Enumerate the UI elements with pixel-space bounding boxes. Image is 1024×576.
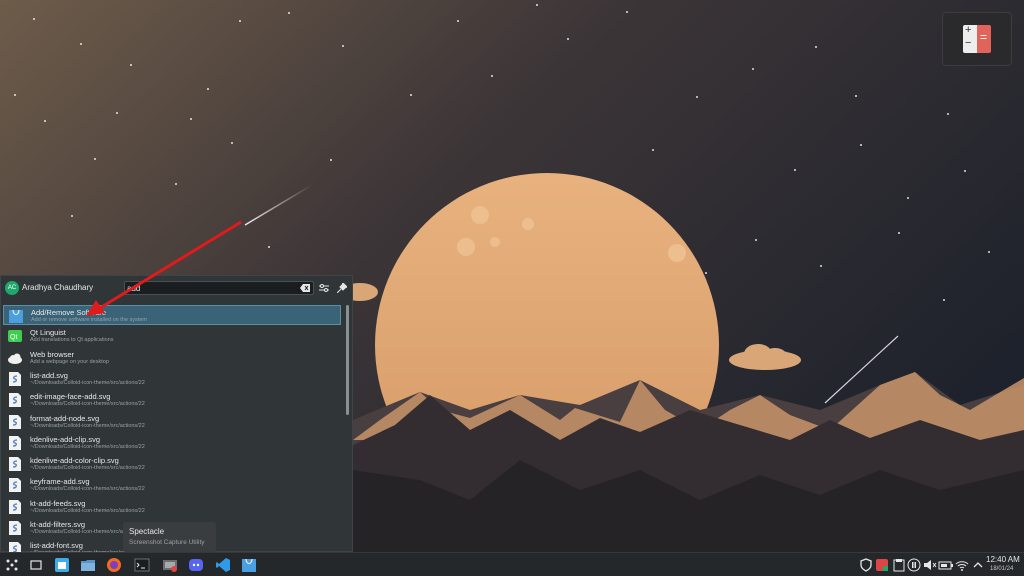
result-title: kdenlive-add-clip.svg [30, 434, 101, 444]
result-subtitle: Add or remove software installed on the … [31, 317, 147, 323]
result-title: kt-add-filters.svg [30, 520, 86, 529]
result-title: Qt Linguist [30, 328, 66, 338]
clock-date[interactable]: 18/01/24 [990, 566, 1013, 572]
file-manager-icon[interactable] [80, 557, 96, 573]
svg-file-icon [7, 435, 23, 451]
result-title: kt-add-feeds.svg [30, 498, 86, 508]
show-desktop-icon[interactable] [28, 557, 44, 573]
result-title: Web browser [30, 349, 75, 359]
result-subtitle: ~/Downloads/Colloid-icon-theme/src/actio… [30, 465, 145, 472]
application-launcher: AC Aradhya Chaudhary Add/Remove Software… [0, 275, 354, 553]
result-subtitle: ~/Downloads/Colloid-icon-theme/src/actio… [30, 443, 145, 450]
configure-sliders-icon[interactable] [319, 283, 329, 293]
result-item[interactable]: Web browser Add a webpage on your desktop [3, 348, 341, 368]
discover-icon[interactable] [54, 557, 70, 573]
clipboard-icon[interactable] [891, 557, 907, 573]
pin-icon[interactable] [337, 283, 347, 293]
app-launcher-icon[interactable] [4, 557, 20, 573]
svg-file-icon [7, 392, 23, 408]
qt-icon: Qt [7, 328, 23, 344]
taskbar-tooltip: Spectacle Screenshot Capture Utility [123, 522, 216, 552]
result-item[interactable]: edit-image-face-add.svg ~/Downloads/Collo… [3, 390, 341, 410]
calculator-widget[interactable]: + − = [942, 12, 1012, 66]
user-name: Aradhya Chaudhary [22, 283, 94, 292]
search-results-list: Add/Remove Software Add or remove softwar… [1, 303, 347, 553]
result-title: Add/Remove Software [31, 308, 107, 317]
result-item[interactable]: Qt Qt Linguist Add translations to Qt appl… [3, 326, 341, 346]
result-item[interactable]: kdenlive-add-color-clip.svg ~/Downloads/C… [3, 454, 341, 474]
svg-text:Qt: Qt [10, 334, 17, 341]
result-title: keyframe-add.svg [30, 477, 90, 487]
taskbar: 12:40 AM 18/01/24 [0, 552, 1024, 576]
app-tray-icon[interactable] [874, 557, 890, 573]
result-title: list-add.svg [30, 370, 68, 380]
clock-time[interactable]: 12:40 AM [986, 555, 1020, 564]
avatar[interactable]: AC [5, 281, 19, 295]
tooltip-title: Spectacle [129, 527, 165, 536]
terminal-icon[interactable] [134, 557, 150, 573]
screenshot-icon[interactable] [162, 557, 178, 573]
result-title: list-add-font.svg [30, 541, 83, 551]
result-subtitle: Add a webpage on your desktop [30, 358, 109, 365]
tooltip-subtitle: Screenshot Capture Utility [129, 539, 205, 546]
volume-muted-icon[interactable] [922, 557, 938, 573]
chevron-up-icon[interactable] [970, 557, 986, 573]
launcher-header: AC Aradhya Chaudhary [1, 276, 354, 301]
svg-file-icon [7, 371, 23, 387]
results-scrollbar[interactable] [346, 305, 349, 415]
media-player-icon[interactable] [906, 557, 922, 573]
result-item[interactable]: Add/Remove Software Add or remove softwar… [3, 305, 341, 325]
result-item[interactable]: keyframe-add.svg ~/Downloads/Colloid-icon… [3, 475, 341, 495]
result-subtitle: ~/Downloads/Colloid-icon-theme/src/actio… [30, 422, 145, 429]
result-item[interactable]: format-add-node.svg ~/Downloads/Colloid-i… [3, 412, 341, 432]
result-item[interactable]: kdenlive-add-clip.svg ~/Downloads/Colloid… [3, 433, 341, 453]
result-subtitle: Add translations to Qt applications [30, 337, 114, 344]
result-subtitle: ~/Downloads/Colloid-icon-theme/src/actio… [30, 379, 145, 386]
result-item[interactable]: list-add.svg ~/Downloads/Colloid-icon-the… [3, 369, 341, 389]
svg-file-icon [7, 520, 23, 536]
result-title: format-add-node.svg [30, 413, 100, 423]
package-icon [8, 308, 24, 324]
svg-file-icon [7, 456, 23, 472]
svg-file-icon [7, 477, 23, 493]
result-subtitle: ~/Downloads/Colloid-icon-theme/src/actio… [30, 401, 145, 408]
calculator-icon: + − = [963, 24, 993, 53]
firefox-icon[interactable] [106, 557, 122, 573]
battery-icon[interactable] [938, 557, 954, 573]
search-input[interactable] [127, 282, 297, 294]
package-manager-icon[interactable] [241, 557, 257, 573]
search-box[interactable] [124, 281, 314, 295]
clear-text-icon[interactable] [300, 284, 310, 292]
svg-file-icon [7, 499, 23, 515]
vscode-icon[interactable] [215, 557, 231, 573]
wifi-icon[interactable] [954, 557, 970, 573]
result-title: edit-image-face-add.svg [30, 392, 111, 402]
result-subtitle: ~/Downloads/Colloid-icon-theme/src/actio… [30, 507, 145, 514]
result-title: kdenlive-add-color-clip.svg [30, 456, 119, 466]
vpn-shield-icon[interactable] [858, 557, 874, 573]
cloud-icon [7, 350, 23, 366]
result-item[interactable]: kt-add-feeds.svg ~/Downloads/Colloid-icon… [3, 497, 341, 517]
result-subtitle: ~/Downloads/Colloid-icon-theme/src/actio… [30, 486, 145, 493]
svg-file-icon [7, 414, 23, 430]
discord-icon[interactable] [188, 557, 204, 573]
